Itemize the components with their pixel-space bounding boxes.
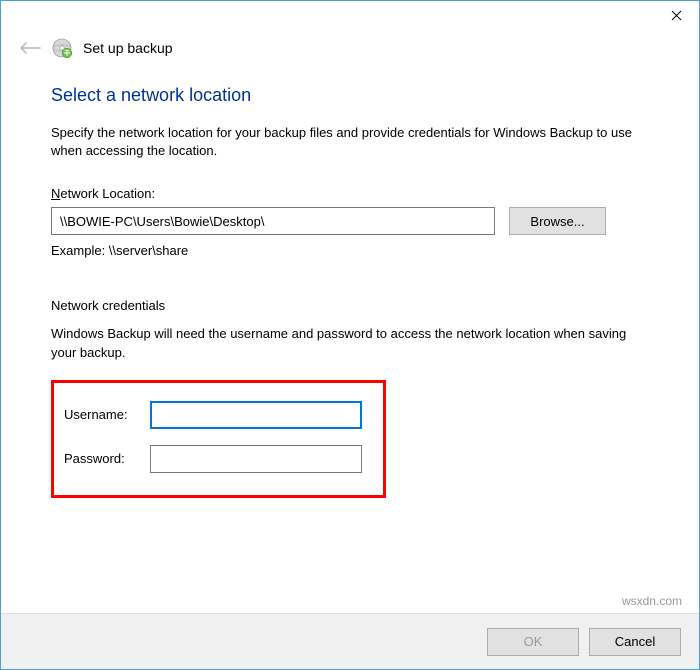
- username-label: Username:: [64, 407, 150, 422]
- credentials-highlight-box: Username: Password:: [51, 380, 386, 498]
- ok-button[interactable]: OK: [487, 628, 579, 656]
- network-location-label: Network Location:: [51, 186, 655, 201]
- browse-button[interactable]: BBrowse...rowse...: [509, 207, 606, 235]
- username-input[interactable]: [150, 401, 362, 429]
- close-icon: [671, 8, 682, 24]
- watermark-text: wsxdn.com: [622, 594, 682, 608]
- close-button[interactable]: [653, 1, 699, 31]
- backup-wizard-icon: [51, 37, 73, 59]
- page-title: Select a network location: [51, 85, 655, 106]
- credentials-title: Network credentials: [51, 298, 655, 313]
- password-label: Password:: [64, 451, 150, 466]
- wizard-title: Set up backup: [83, 40, 173, 56]
- credentials-description: Windows Backup will need the username an…: [51, 325, 655, 361]
- cancel-button[interactable]: Cancel: [589, 628, 681, 656]
- back-arrow-icon: [19, 40, 41, 56]
- example-text: Example: \\server\share: [51, 243, 655, 258]
- network-location-input[interactable]: [51, 207, 495, 235]
- page-instruction: Specify the network location for your ba…: [51, 124, 655, 160]
- password-input[interactable]: [150, 445, 362, 473]
